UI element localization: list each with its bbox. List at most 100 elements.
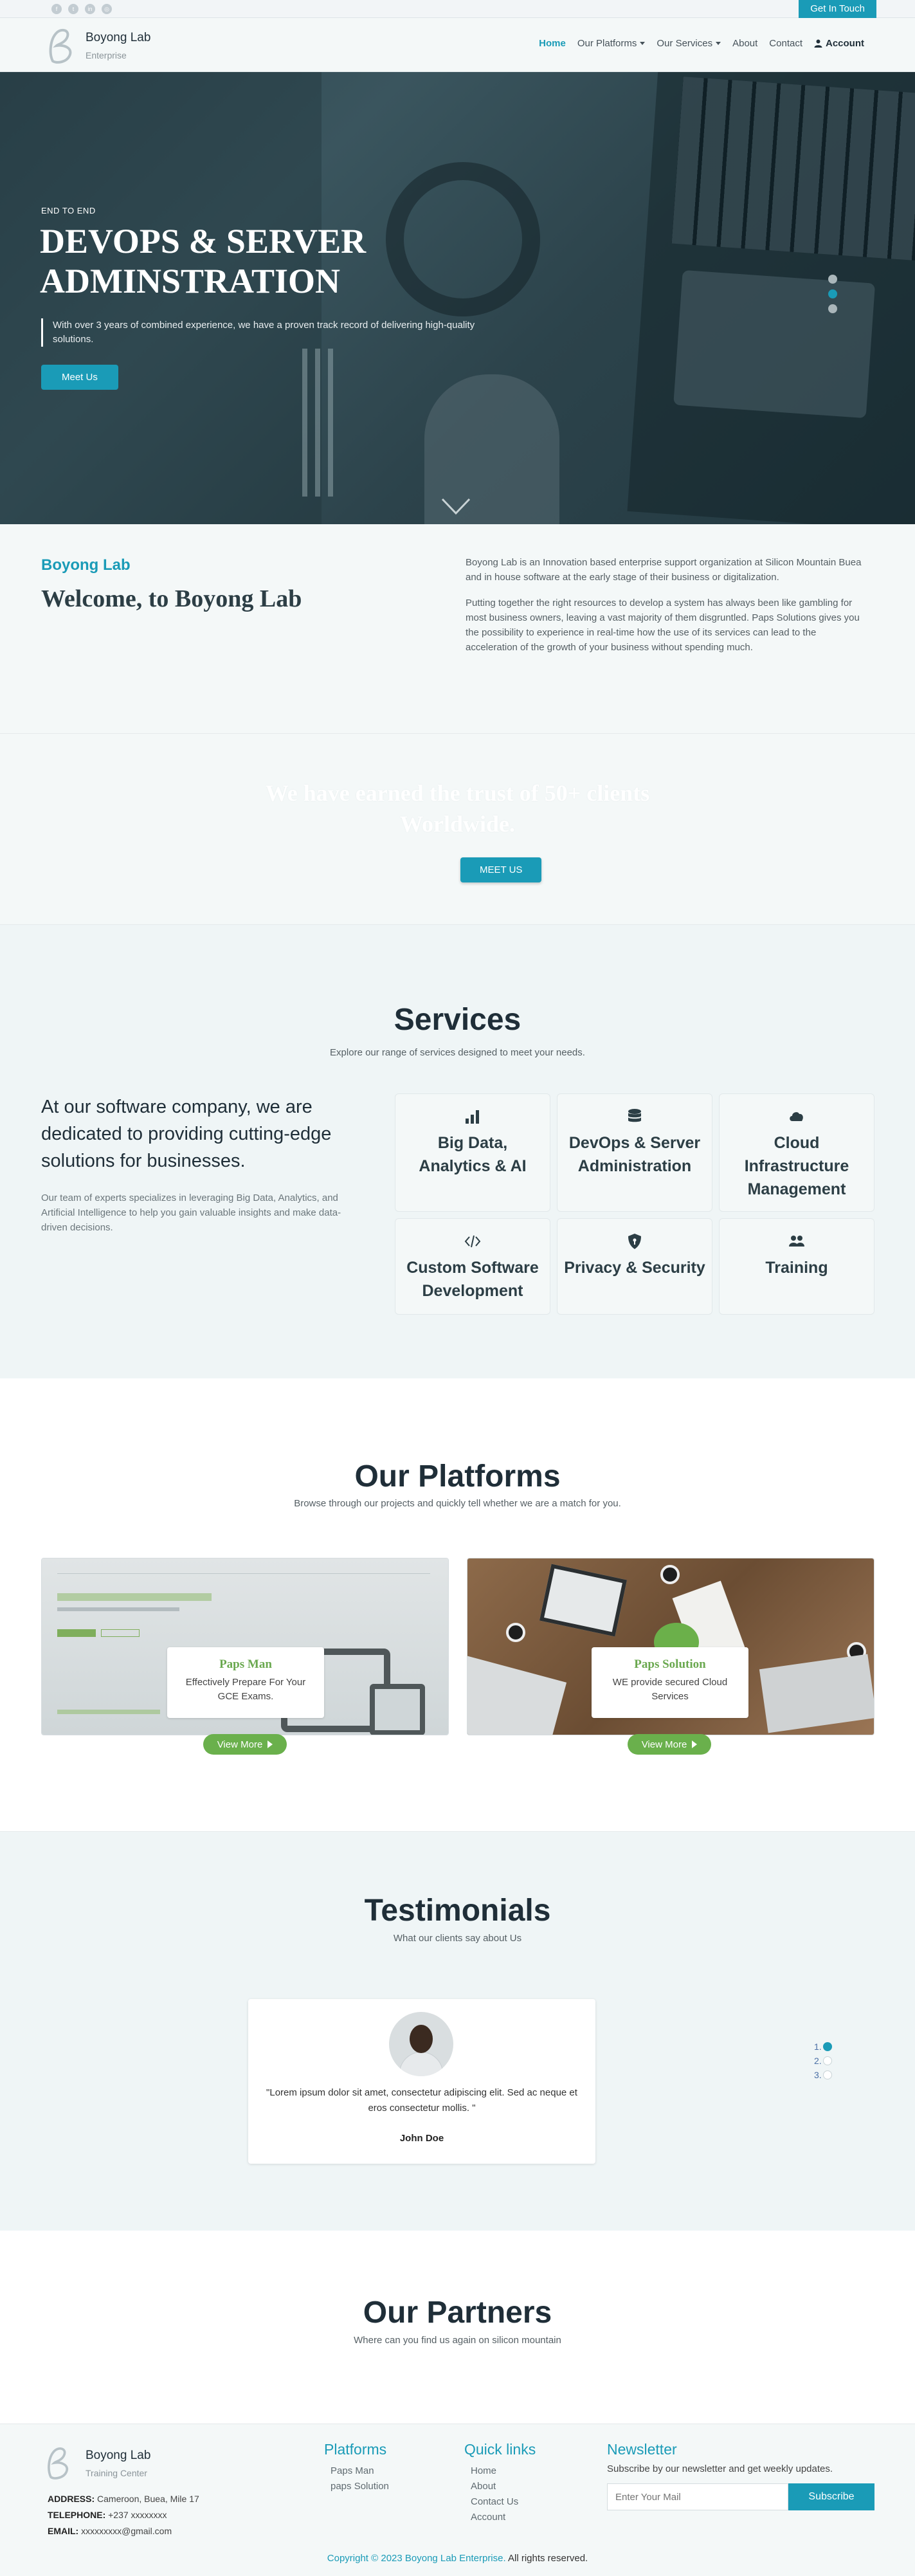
services-subtitle: Explore our range of services designed t… xyxy=(330,1047,585,1058)
nav-about-label: About xyxy=(732,38,758,49)
get-in-touch-button[interactable]: Get In Touch xyxy=(799,0,876,18)
platform-card-paps-man: Paps Man Effectively Prepare For Your GC… xyxy=(167,1647,324,1718)
services-title: Services xyxy=(394,1003,521,1037)
nav-contact-label: Contact xyxy=(769,38,802,49)
view-more-button[interactable]: View More xyxy=(628,1734,711,1755)
cloud-icon xyxy=(790,1112,803,1121)
service-card-software[interactable]: Custom Software Development xyxy=(395,1218,550,1315)
service-card-training[interactable]: Training xyxy=(719,1218,874,1315)
service-card-big-data[interactable]: Big Data, Analytics & AI xyxy=(395,1093,550,1212)
indicator-3[interactable]: 3. xyxy=(814,2068,832,2082)
platforms-title: Our Platforms xyxy=(354,1459,561,1494)
service-label: Custom Software Development xyxy=(406,1259,539,1300)
footer-brand-subtitle: Training Center xyxy=(86,2468,147,2478)
testimonials-subtitle: What our clients say about Us xyxy=(393,1933,522,1944)
copyright-link[interactable]: Copyright © 2023 Boyong Lab Enterprise. xyxy=(327,2553,506,2564)
services-grid: Big Data, Analytics & AI DevOps & Server… xyxy=(395,1093,874,1315)
site-footer: Boyong Lab Training Center ADDRESS: Came… xyxy=(0,2424,915,2576)
service-label: Training xyxy=(765,1259,828,1277)
hero-description: With over 3 years of combined experience… xyxy=(41,318,517,347)
partners-subtitle: Where can you find us again on silicon m… xyxy=(354,2335,561,2346)
service-card-cloud[interactable]: Cloud Infrastructure Management xyxy=(719,1093,874,1212)
footer-link-about[interactable]: About xyxy=(464,2479,536,2494)
testimonial-author: John Doe xyxy=(399,2133,444,2144)
trust-banner: We have earned the trust of 50+ clients … xyxy=(0,733,915,925)
nav-about[interactable]: About xyxy=(727,38,763,49)
chart-bar-icon xyxy=(466,1110,479,1124)
service-label: Privacy & Security xyxy=(564,1259,705,1277)
service-label: DevOps & Server Administration xyxy=(568,1134,701,1175)
users-icon xyxy=(789,1236,804,1247)
platform-card-paps-solution: Paps Solution WE provide secured Cloud S… xyxy=(592,1647,748,1718)
subscribe-button[interactable]: Subscribe xyxy=(788,2483,874,2510)
facebook-icon[interactable]: f xyxy=(51,4,62,14)
welcome-label: Boyong Lab xyxy=(41,556,131,574)
social-links: f t in ◎ xyxy=(51,4,112,14)
welcome-paragraph-2: Putting together the right resources to … xyxy=(466,598,860,653)
carousel-dot[interactable] xyxy=(828,304,837,313)
nav-home-label: Home xyxy=(539,38,566,49)
scroll-down-icon[interactable] xyxy=(441,497,471,516)
email-label: EMAIL: xyxy=(48,2526,79,2536)
nav-account[interactable]: Account xyxy=(808,38,870,49)
services-lead: At our software company, we are dedicate… xyxy=(41,1097,332,1171)
indicator-2[interactable]: 2. xyxy=(814,2054,832,2068)
twitter-icon[interactable]: t xyxy=(68,4,78,14)
brand-subtitle: Enterprise xyxy=(86,50,127,60)
carousel-indicators xyxy=(828,275,837,313)
linkedin-icon[interactable]: in xyxy=(85,4,95,14)
logo-icon[interactable] xyxy=(44,2446,73,2481)
logo-icon[interactable] xyxy=(45,28,77,65)
footer-brand-name: Boyong Lab xyxy=(86,2449,151,2462)
nav-home[interactable]: Home xyxy=(533,38,572,49)
brand[interactable]: Boyong Lab Enterprise xyxy=(86,31,150,60)
newsletter-email-input[interactable] xyxy=(607,2483,788,2510)
indicator-1[interactable]: 1. xyxy=(814,2040,832,2054)
meet-us-cta-button[interactable]: MEET US xyxy=(460,857,542,882)
testimonials-title: Testimonials xyxy=(364,1894,551,1928)
testimonial-indicators: 1. 2. 3. xyxy=(814,2040,832,2082)
footer-link-paps-man[interactable]: Paps Man xyxy=(324,2463,389,2479)
shield-icon xyxy=(628,1234,641,1249)
footer-link-contact-us[interactable]: Contact Us xyxy=(464,2494,536,2510)
partners-section: Our Partners Where can you find us again… xyxy=(0,2231,915,2424)
testimonial-card: "Lorem ipsum dolor sit amet, consectetur… xyxy=(248,1999,595,2164)
newsletter-form: Subscribe xyxy=(607,2483,874,2510)
platforms-subtitle: Browse through our projects and quickly … xyxy=(294,1498,621,1509)
chevron-down-icon xyxy=(716,42,721,45)
nav-contact[interactable]: Contact xyxy=(763,38,808,49)
nav-services-label: Our Services xyxy=(657,38,713,49)
hero-carousel: END TO END DEVOPS & SERVER ADMINSTRATION… xyxy=(0,72,915,524)
copyright-text: All rights reserved. xyxy=(505,2553,588,2564)
service-label: Cloud Infrastructure Management xyxy=(744,1134,849,1198)
services-section: Services Explore our range of services d… xyxy=(0,925,915,1378)
welcome-section: Boyong Lab Welcome, to Boyong Lab Boyong… xyxy=(0,524,915,733)
instagram-icon[interactable]: ◎ xyxy=(102,4,112,14)
play-icon xyxy=(692,1740,698,1748)
footer-quick-links-title: Quick links xyxy=(464,2441,536,2458)
nav-account-label: Account xyxy=(826,38,864,49)
platforms-section: Our Platforms Browse through our project… xyxy=(0,1378,915,1832)
platform-name: Paps Solution xyxy=(634,1658,706,1671)
platform-name: Paps Man xyxy=(219,1658,272,1671)
footer-link-home[interactable]: Home xyxy=(464,2463,536,2479)
view-more-label: View More xyxy=(641,1739,687,1750)
email: xxxxxxxxx@gmail.com xyxy=(81,2526,172,2536)
nav-platforms-label: Our Platforms xyxy=(577,38,637,49)
carousel-dot[interactable] xyxy=(828,275,837,284)
footer-platforms: Platforms Paps Man paps Solution xyxy=(324,2441,389,2494)
service-card-security[interactable]: Privacy & Security xyxy=(557,1218,712,1315)
service-card-devops[interactable]: DevOps & Server Administration xyxy=(557,1093,712,1212)
nav-our-platforms[interactable]: Our Platforms xyxy=(572,38,651,49)
partners-title: Our Partners xyxy=(363,2296,552,2330)
services-text: Our team of experts specializes in lever… xyxy=(41,1192,341,1233)
nav-our-services[interactable]: Our Services xyxy=(651,38,727,49)
hero-tag: END TO END xyxy=(41,206,96,215)
carousel-dot-active[interactable] xyxy=(828,289,837,298)
view-more-button[interactable]: View More xyxy=(203,1734,287,1755)
welcome-title: Welcome, to Boyong Lab xyxy=(41,585,302,612)
footer-link-paps-solution[interactable]: paps Solution xyxy=(324,2479,389,2494)
service-label: Big Data, Analytics & AI xyxy=(419,1134,527,1175)
footer-link-account[interactable]: Account xyxy=(464,2510,536,2525)
meet-us-button[interactable]: Meet Us xyxy=(41,365,118,390)
